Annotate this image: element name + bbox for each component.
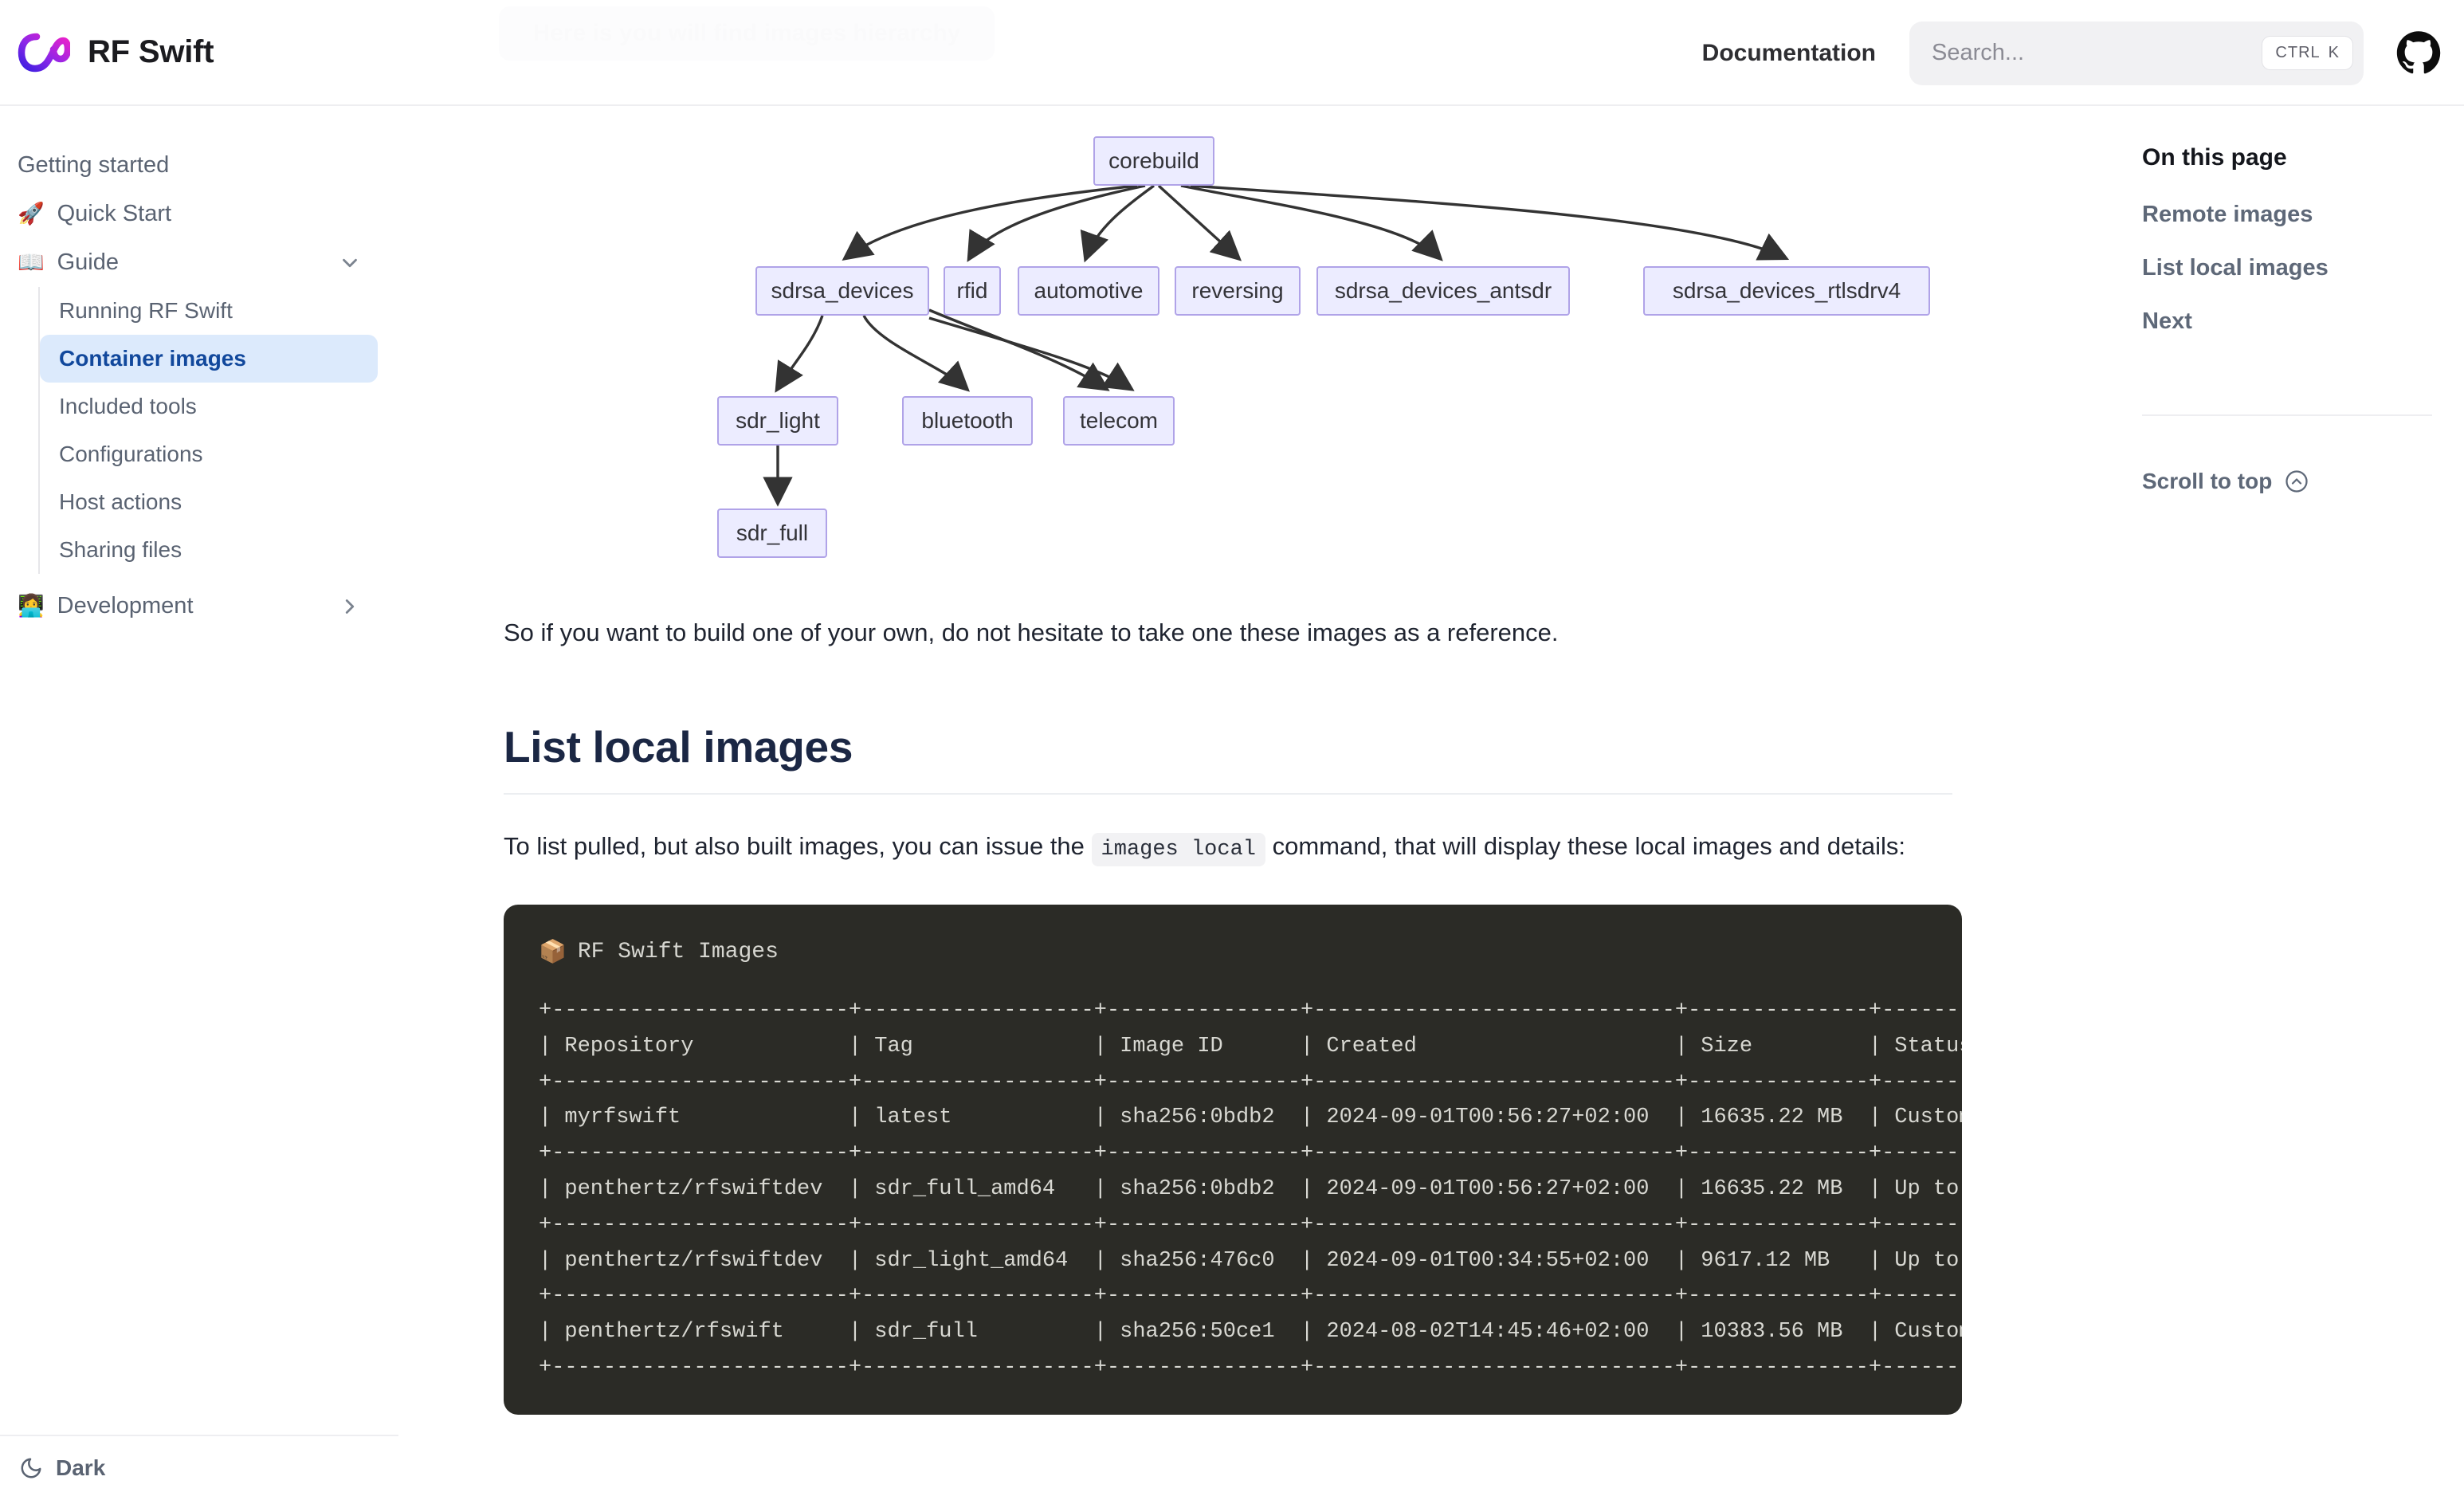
- diagram-node-telecom[interactable]: telecom: [1063, 396, 1175, 446]
- package-icon: 📦: [539, 940, 567, 966]
- brand-logo-group[interactable]: RF Swift: [18, 26, 214, 79]
- diagram-node-corebuild[interactable]: corebuild: [1093, 136, 1214, 186]
- terminal-code-block[interactable]: 📦 RF Swift Images +---------------------…: [504, 904, 1962, 1415]
- intro-paragraph: So if you want to build one of your own,…: [504, 618, 1559, 646]
- toc-item-list-local-images[interactable]: List local images: [2142, 255, 2432, 281]
- chevron-up-circle-icon: [2285, 470, 2308, 493]
- diagram-node-sdr-full[interactable]: sdr_full: [717, 509, 827, 558]
- toc-divider: [2142, 414, 2432, 416]
- search-input[interactable]: Search... CTRL K: [1909, 21, 2364, 85]
- sidebar-item-label: Getting started: [18, 152, 170, 178]
- sidebar-item-configurations[interactable]: Configurations: [40, 430, 378, 478]
- chevron-down-icon: [338, 251, 362, 275]
- terminal-title: RF Swift Images: [577, 939, 779, 964]
- sidebar-item-included-tools[interactable]: Included tools: [40, 383, 378, 430]
- scroll-to-top-label: Scroll to top: [2142, 469, 2273, 493]
- kbd-key: K: [2328, 44, 2340, 61]
- sidebar-item-label: Quick Start: [57, 201, 172, 226]
- toc-item-next[interactable]: Next: [2142, 308, 2432, 335]
- paragraph-text-before-code: To list pulled, but also built images, y…: [504, 832, 1085, 861]
- images-table: +-----------------------+---------------…: [539, 998, 1962, 1380]
- on-this-page-sidebar: On this page Remote images List local im…: [2064, 106, 2464, 1500]
- scroll-to-top-button[interactable]: Scroll to top: [2142, 469, 2432, 494]
- search-shortcut-badge: CTRL K: [2262, 37, 2352, 69]
- diagram-node-automotive[interactable]: automotive: [1018, 266, 1159, 316]
- diagram-node-sdr-light[interactable]: sdr_light: [717, 396, 838, 446]
- search-placeholder: Search...: [1932, 40, 2025, 65]
- moon-icon: [21, 1458, 41, 1478]
- sidebar-guide-children: Running RF Swift Container images Includ…: [38, 287, 398, 574]
- diagram-node-rfid[interactable]: rfid: [944, 266, 1001, 316]
- sidebar-item-development[interactable]: 👩‍💻 Development: [0, 582, 378, 630]
- github-icon[interactable]: [2395, 30, 2442, 77]
- diagram-node-sdrsa-devices-antsdr[interactable]: sdrsa_devices_antsdr: [1316, 266, 1570, 316]
- diagram-node-bluetooth[interactable]: bluetooth: [902, 396, 1033, 446]
- rf-swift-logo-icon: [18, 33, 70, 72]
- terminal-title-row: 📦 RF Swift Images: [539, 938, 1962, 966]
- sidebar-item-label: Guide: [57, 249, 120, 275]
- sidebar-item-getting-started[interactable]: Getting started: [0, 141, 378, 190]
- diagram-node-sdrsa-devices-rtlsdrv4[interactable]: sdrsa_devices_rtlsdrv4: [1643, 266, 1930, 316]
- top-header: RF Swift Documentation Search... CTRL K: [0, 0, 2464, 106]
- sidebar-item-container-images[interactable]: Container images: [40, 335, 378, 383]
- diagram-node-sdrsa-devices[interactable]: sdrsa_devices: [755, 266, 929, 316]
- inline-code-images-local: images local: [1091, 833, 1265, 867]
- chevron-right-icon: [338, 595, 362, 618]
- sidebar-item-guide[interactable]: 📖 Guide: [0, 238, 378, 287]
- header-right-group: Documentation Search... CTRL K: [1702, 0, 2442, 106]
- nav-documentation-link[interactable]: Documentation: [1702, 40, 1876, 67]
- list-local-images-paragraph: To list pulled, but also built images, y…: [504, 827, 1952, 868]
- toc-heading: On this page: [2142, 144, 2287, 171]
- sidebar-footer: Dark: [0, 1435, 398, 1500]
- sidebar-item-running-rf-swift[interactable]: Running RF Swift: [40, 287, 378, 335]
- kbd-ctrl: CTRL: [2275, 44, 2321, 61]
- sidebar-item-quick-start[interactable]: 🚀 Quick Start: [0, 190, 378, 238]
- page-section-heading: List local images: [504, 721, 1952, 795]
- left-sidebar: Getting started 🚀 Quick Start 📖 Guide Ru…: [0, 106, 398, 1500]
- brand-title: RF Swift: [88, 34, 214, 69]
- diagram-node-reversing[interactable]: reversing: [1175, 266, 1301, 316]
- woman-technologist-icon: 👩‍💻: [18, 594, 45, 618]
- dark-mode-toggle[interactable]: Dark: [19, 1455, 105, 1481]
- sidebar-item-sharing-files[interactable]: Sharing files: [40, 526, 378, 574]
- images-hierarchy-caption: Here is you will find images hierarchy: [499, 6, 995, 61]
- sidebar-item-host-actions[interactable]: Host actions: [40, 478, 378, 526]
- main-content: corebuild sdrsa_devices rfid automotive …: [398, 106, 2064, 1500]
- paragraph-text-after-code: command, that will display these local i…: [1272, 832, 1905, 861]
- terminal-scroll-area: 📦 RF Swift Images +---------------------…: [504, 905, 1962, 1386]
- toc-item-remote-images[interactable]: Remote images: [2142, 202, 2432, 228]
- rocket-icon: 🚀: [18, 202, 45, 226]
- sidebar-item-label: Development: [57, 593, 194, 618]
- book-icon: 📖: [18, 250, 45, 274]
- image-hierarchy-diagram: corebuild sdrsa_devices rfid automotive …: [504, 120, 1978, 599]
- theme-label: Dark: [56, 1455, 106, 1480]
